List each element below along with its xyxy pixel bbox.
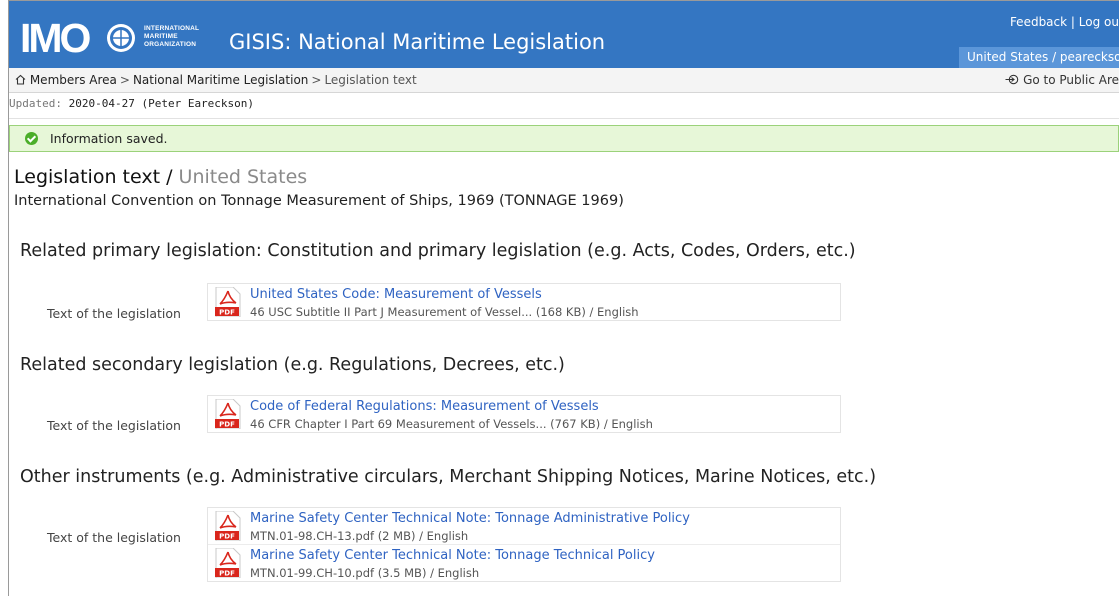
- document-link[interactable]: United States Code: Measurement of Vesse…: [250, 287, 542, 302]
- row-label: Text of the legislation: [47, 530, 181, 545]
- top-links: Feedback | Log ou: [1010, 15, 1119, 29]
- breadcrumb-separator: >: [119, 73, 130, 87]
- breadcrumb-members-area[interactable]: Members Area: [30, 73, 117, 87]
- pdf-icon: PDF: [215, 399, 241, 429]
- document-list: PDF Code of Federal Regulations: Measure…: [207, 395, 841, 433]
- page-title: Legislation text / United States: [14, 166, 307, 188]
- updated-value: 2020-04-27 (Peter Eareckson): [68, 97, 255, 110]
- section-heading-other-instruments: Other instruments (e.g. Administrative c…: [20, 467, 877, 487]
- pdf-icon: PDF: [215, 511, 241, 541]
- breadcrumb-bar: Members Area > National Maritime Legislati…: [9, 68, 1119, 93]
- imo-logo-text: INTERNATIONAL MARITIME ORGANIZATION: [144, 25, 200, 48]
- document-item: PDF Marine Safety Center Technical Note:…: [208, 544, 840, 581]
- document-meta: 46 CFR Chapter I Part 69 Measurement of …: [250, 417, 653, 431]
- success-message: Information saved.: [9, 125, 1119, 152]
- document-link[interactable]: Marine Safety Center Technical Note: Ton…: [250, 548, 655, 563]
- document-list: PDF United States Code: Measurement of V…: [207, 283, 841, 321]
- document-meta: MTN.01-98.CH-13.pdf (2 MB) / English: [250, 529, 469, 543]
- pdf-icon: PDF: [215, 548, 241, 578]
- logout-link[interactable]: Log ou: [1079, 15, 1119, 29]
- page-title-country: United States: [178, 166, 308, 188]
- document-item: PDF Code of Federal Regulations: Measure…: [208, 396, 840, 432]
- breadcrumb-current: Legislation text: [324, 73, 417, 87]
- section-heading-secondary: Related secondary legislation (e.g. Regu…: [20, 355, 565, 375]
- row-label: Text of the legislation: [47, 418, 181, 433]
- page-title-text: Legislation text /: [14, 166, 173, 188]
- document-item: PDF Marine Safety Center Technical Note:…: [208, 508, 840, 544]
- svg-text:PDF: PDF: [219, 570, 235, 578]
- app-title: GISIS: National Maritime Legislation: [229, 30, 606, 54]
- page-subtitle: International Convention on Tonnage Meas…: [14, 193, 624, 209]
- success-message-text: Information saved.: [50, 131, 168, 146]
- section-heading-primary: Related primary legislation: Constitutio…: [20, 241, 856, 261]
- arrow-circle-icon: [1005, 74, 1019, 85]
- pdf-icon: PDF: [215, 287, 241, 317]
- document-list: PDF Marine Safety Center Technical Note:…: [207, 507, 841, 582]
- svg-text:PDF: PDF: [219, 309, 235, 317]
- imo-logo[interactable]: IMO INTERNATIONAL MARITIME ORGANIZATION: [15, 15, 210, 55]
- svg-text:PDF: PDF: [219, 533, 235, 541]
- svg-text:PDF: PDF: [219, 421, 235, 429]
- go-to-public-area-link[interactable]: Go to Public Are: [1005, 68, 1119, 92]
- updated-label: Updated:: [9, 97, 62, 110]
- breadcrumb: Members Area > National Maritime Legislati…: [15, 68, 417, 92]
- user-account-link[interactable]: United States / pearecksor: [959, 47, 1119, 68]
- breadcrumb-separator: >: [311, 73, 322, 87]
- header: IMO INTERNATIONAL MARITIME ORGANIZATION …: [9, 1, 1119, 68]
- breadcrumb-national-maritime-legislation[interactable]: National Maritime Legislation: [133, 73, 308, 87]
- imo-letters-logo: IMO: [20, 21, 135, 55]
- divider: [9, 118, 1119, 119]
- row-label: Text of the legislation: [47, 306, 181, 321]
- updated-info: Updated: 2020-04-27 (Peter Eareckson): [9, 97, 254, 110]
- document-link[interactable]: Marine Safety Center Technical Note: Ton…: [250, 511, 690, 526]
- check-circle-icon: [25, 132, 38, 145]
- feedback-link[interactable]: Feedback: [1010, 15, 1067, 29]
- go-to-public-area-label: Go to Public Are: [1023, 73, 1119, 87]
- document-link[interactable]: Code of Federal Regulations: Measurement…: [250, 399, 599, 414]
- document-item: PDF United States Code: Measurement of V…: [208, 284, 840, 320]
- document-meta: 46 USC Subtitle II Part J Measurement of…: [250, 305, 639, 319]
- home-icon: [15, 74, 26, 85]
- top-link-separator: |: [1070, 15, 1075, 29]
- svg-text:IMO: IMO: [20, 21, 91, 55]
- document-meta: MTN.01-99.CH-10.pdf (3.5 MB) / English: [250, 566, 480, 580]
